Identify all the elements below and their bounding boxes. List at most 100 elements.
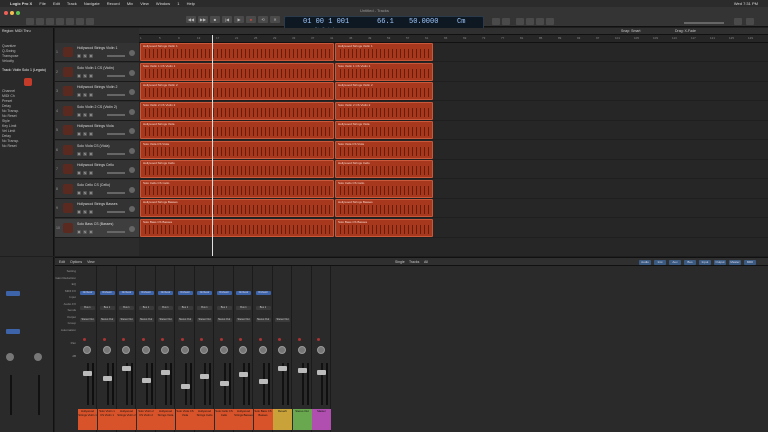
bus-slot[interactable] [6, 329, 20, 334]
forward-button[interactable]: ▶▶ [198, 16, 208, 23]
strip-name[interactable]: Hollywood Strings Viola [156, 409, 175, 430]
mute-button[interactable]: M [77, 132, 81, 136]
instrument-slot[interactable]: Orchestr [80, 291, 95, 295]
send-slot[interactable]: Bus 1 [236, 306, 251, 310]
volume-fader[interactable] [106, 363, 109, 405]
fader-cap[interactable] [102, 376, 112, 381]
fader-cap[interactable] [258, 379, 268, 384]
record-enable-button[interactable] [258, 338, 262, 341]
record-enable-button[interactable] [219, 338, 223, 341]
track-lane[interactable]: Solo Viola CS Viola Solo Viola CS Viola [139, 140, 768, 160]
metronome-icon[interactable] [502, 18, 510, 25]
midi-region[interactable]: Solo Viola CS Viola [335, 140, 433, 159]
close-window-icon[interactable] [4, 11, 8, 15]
track-pan-knob[interactable] [129, 69, 135, 76]
fader-cap[interactable] [200, 374, 209, 379]
send-slot[interactable]: Bus 1 [138, 306, 154, 310]
output-slot[interactable]: Stereo Out [80, 318, 95, 322]
record-enable-button[interactable]: R [89, 132, 93, 136]
menu-track[interactable]: Track [67, 1, 77, 6]
solo-button[interactable]: S [83, 229, 87, 234]
fader-cap[interactable] [180, 384, 190, 389]
output-slot[interactable]: Stereo Out [99, 318, 115, 322]
mixer-view-menu[interactable]: View [87, 260, 95, 264]
inspector-row[interactable]: Velocity [2, 59, 14, 63]
track-lane[interactable]: Solo Violin 1 CS Violin 1 Solo Violin 1 C… [139, 62, 768, 82]
output-slot[interactable]: Stereo Out [197, 318, 212, 322]
record-enable-button[interactable]: R [89, 93, 93, 97]
track-lane[interactable]: Hollywood Strings Basses Hollywood String… [139, 199, 768, 218]
instrument-slot[interactable]: Orchestr [177, 291, 193, 295]
record-enable-button[interactable]: R [89, 171, 93, 175]
track-name[interactable]: Hollywood Strings Basses [77, 202, 117, 206]
mute-button[interactable]: M [77, 93, 81, 97]
volume-fader[interactable] [243, 363, 245, 405]
menu-app-name[interactable]: Logic Pro X [10, 1, 32, 6]
mixer-options-menu[interactable]: Options [70, 260, 82, 264]
pan-knob[interactable] [200, 346, 208, 354]
notepad-icon[interactable] [526, 18, 534, 25]
strip-name[interactable]: Solo Violin 1 CS Violin 1 [97, 409, 117, 430]
menu-window[interactable]: Window [156, 1, 170, 6]
view-toggle-icon[interactable] [734, 18, 742, 25]
record-enable-button[interactable]: R [89, 229, 93, 234]
inspector-row[interactable]: Vel Limit [2, 129, 15, 133]
replace-button[interactable]: ✕ [270, 16, 280, 23]
menu-navigate[interactable]: Navigate [84, 1, 100, 6]
send-slot[interactable]: Bus 1 [119, 306, 134, 310]
send-slot[interactable]: Bus 1 [216, 306, 232, 310]
track-lane[interactable]: Solo Violin 2 CS Violin 2 Solo Violin 2 C… [139, 101, 768, 121]
send-slot[interactable]: Bus 1 [158, 306, 173, 310]
instrument-slot[interactable]: Orchestr [119, 291, 134, 295]
playhead[interactable] [212, 35, 213, 256]
instrument-slot[interactable]: Orchestr [138, 291, 154, 295]
timeline-ruler[interactable]: 1 5 9 13 17 21 25 29 33 37 41 45 49 53 57 61 65 69 73 77 81 8… [139, 35, 768, 43]
midi-region[interactable]: Solo Bass CS Basses [140, 218, 334, 237]
strip-name[interactable]: Solo Bass CS Basses [253, 409, 273, 430]
instrument-slot[interactable]: Orchestr [197, 291, 212, 295]
track-name[interactable]: Solo Viola CS (Viola) [77, 144, 110, 148]
help-icon[interactable] [46, 18, 54, 25]
mixer-edit-menu[interactable]: Edit [59, 260, 65, 264]
pan-knob[interactable] [219, 346, 228, 354]
pan-knob[interactable] [122, 346, 130, 354]
track-header[interactable]: 10 Solo Bass CS (Basses) M S R [55, 218, 139, 238]
output-slot[interactable]: Stereo Out [236, 318, 251, 322]
browsers-icon[interactable] [546, 18, 554, 25]
track-volume-slider[interactable] [107, 191, 125, 194]
volume-fader[interactable] [87, 363, 89, 405]
track-pan-knob[interactable] [129, 147, 135, 154]
menu-mix[interactable]: Mix [127, 1, 133, 6]
instrument-slot[interactable]: Orchestr [255, 291, 271, 295]
track-pan-knob[interactable] [129, 50, 135, 56]
output-slot[interactable]: Stereo Out [119, 318, 134, 322]
menu-edit[interactable]: Edit [53, 1, 60, 6]
menu-file[interactable]: File [39, 1, 45, 6]
output-slot[interactable]: Stereo Out [138, 318, 154, 322]
inspector-row[interactable]: Delay [2, 134, 11, 138]
setting-slot[interactable] [6, 291, 20, 296]
cycle-button[interactable]: ⟲ [258, 16, 268, 23]
minimize-window-icon[interactable] [10, 11, 14, 15]
track-volume-slider[interactable] [107, 230, 125, 233]
pan-knob[interactable] [297, 346, 306, 354]
inspector-row[interactable]: Delay [2, 104, 11, 108]
rewind-button[interactable]: ◀◀ [186, 16, 196, 23]
record-enable-button[interactable] [180, 338, 184, 341]
instrument-slot[interactable]: Orchestr [99, 291, 115, 295]
inspector-row[interactable]: No Reset [2, 114, 17, 118]
pan-knob[interactable] [278, 346, 286, 354]
record-enable-button[interactable] [102, 338, 106, 341]
track-pan-knob[interactable] [129, 225, 135, 232]
pan-knob[interactable] [83, 346, 91, 354]
menu-help[interactable]: Help [187, 1, 195, 6]
inspector-row[interactable]: No Transp. [2, 109, 19, 113]
mixer-single-button[interactable]: Single [395, 258, 405, 266]
midi-region[interactable]: Solo Violin 2 CS Violin 2 [140, 101, 334, 120]
mixer-filter-master[interactable]: Master [729, 260, 741, 265]
solo-button[interactable]: S [83, 73, 87, 78]
track-header[interactable]: 2 Solo Violin 1 CS (Violin) M S R [55, 62, 139, 82]
send-slot[interactable]: Bus 1 [177, 306, 193, 310]
output-slot[interactable]: Stereo Out [255, 318, 271, 322]
inspector-row[interactable]: Preset [2, 99, 12, 103]
